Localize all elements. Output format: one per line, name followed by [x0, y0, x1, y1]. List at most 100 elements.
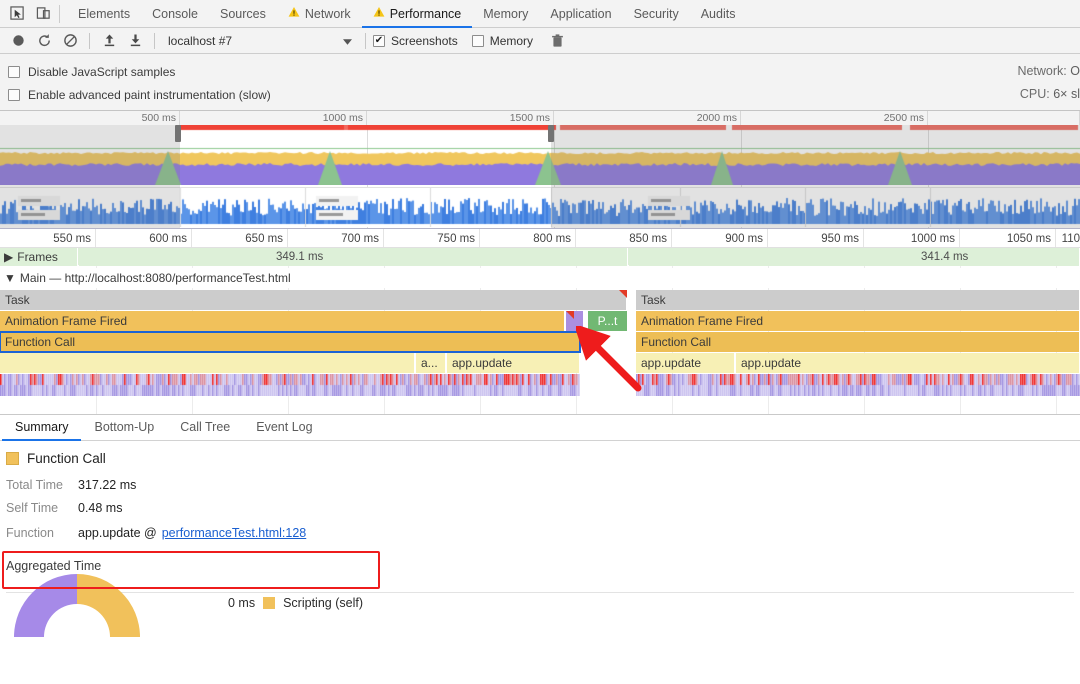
legend-value: 0 ms [228, 596, 256, 610]
reload-record-icon[interactable] [32, 30, 56, 52]
flame-stripes-left[interactable] [0, 374, 580, 396]
tab-bottom-up-label: Bottom-Up [94, 420, 155, 434]
tab-network-label: Network [304, 6, 351, 21]
screenshots-label: Screenshots [391, 33, 458, 48]
flame-bar-app-update-short[interactable]: a... [416, 353, 446, 373]
flame-bar-task-left[interactable]: Task [0, 290, 627, 310]
overview-cpu-chart [0, 143, 1080, 185]
tab-sources[interactable]: Sources [209, 0, 277, 28]
flame-bar-app-update-right-1[interactable]: app.update [636, 353, 735, 373]
memory-checkbox-row[interactable]: Memory [471, 33, 534, 48]
overview-tick [928, 111, 1080, 125]
tab-audits[interactable]: Audits [690, 0, 747, 28]
warning-triangle-icon [288, 6, 300, 21]
flame-bar-app-update-right-2[interactable]: app.update [736, 353, 1080, 373]
overview-tick: 1000 ms [180, 111, 367, 125]
toolbar-divider [89, 32, 90, 49]
aggregated-time-title: Aggregated Time [6, 559, 102, 573]
frames-row-header[interactable]: ▶ Frames [4, 248, 62, 266]
flame-bar-function-call-right[interactable]: Function Call [636, 332, 1080, 352]
warning-triangle-icon [373, 6, 385, 21]
tab-application[interactable]: Application [539, 0, 622, 28]
tab-security[interactable]: Security [623, 0, 690, 28]
clear-recording-icon[interactable] [58, 30, 82, 52]
screenshots-checkbox-row[interactable]: Screenshots [373, 34, 458, 48]
tab-performance-label: Performance [389, 6, 462, 21]
main-expander-icon[interactable]: ▼ [4, 268, 16, 288]
ruler-tick: 950 ms [768, 229, 864, 247]
tab-bottom-up[interactable]: Bottom-Up [81, 414, 167, 440]
tab-event-log-label: Event Log [256, 420, 313, 434]
tab-memory[interactable]: Memory [472, 0, 539, 28]
memory-checkbox[interactable] [471, 34, 484, 47]
ruler-tick: 750 ms [384, 229, 480, 247]
screenshots-checkbox[interactable] [373, 34, 385, 47]
throttling-controls: Network: O CPU: 6× sl [1017, 60, 1080, 106]
flame-bar-app-update-left-2[interactable]: app.update [447, 353, 580, 373]
tab-elements[interactable]: Elements [67, 0, 141, 28]
function-source-link[interactable]: performanceTest.html:128 [162, 526, 307, 540]
toggle-device-toolbar-icon[interactable] [30, 1, 56, 27]
flame-bar-function-call-selected[interactable]: Function Call [0, 331, 581, 353]
ruler-tick: 1000 ms [864, 229, 960, 247]
ruler-tick: 1050 ms [960, 229, 1056, 247]
tab-call-tree[interactable]: Call Tree [167, 414, 243, 440]
main-thread-label: Main — http://localhost:8080/performance… [19, 271, 291, 285]
session-select[interactable]: localhost #7 [162, 30, 358, 51]
timeline-overview[interactable]: 500 ms 1000 ms 1500 ms 2000 ms 2500 ms [0, 111, 1080, 228]
main-thread-row[interactable]: ▼ Main — http://localhost:8080/performan… [0, 268, 1080, 288]
record-circle-icon[interactable] [6, 30, 30, 52]
flame-bar-animation-frame-left[interactable]: Animation Frame Fired [0, 311, 565, 331]
ruler-tick: 110 [1061, 233, 1080, 245]
disable-js-samples-row[interactable]: Disable JavaScript samples [8, 60, 1080, 83]
frames-expander-icon[interactable]: ▶ [4, 248, 13, 266]
tab-sources-label: Sources [219, 6, 266, 21]
ruler-tick: 550 ms [0, 229, 96, 247]
toolbar-divider [59, 4, 60, 23]
overview-selection-handle-right[interactable] [548, 125, 554, 142]
tab-event-log[interactable]: Event Log [243, 414, 325, 440]
tab-summary[interactable]: Summary [2, 414, 82, 441]
advanced-paint-checkbox[interactable] [8, 88, 20, 101]
ruler-tick: 650 ms [192, 229, 288, 247]
chevron-down-icon [343, 34, 352, 48]
overview-filmstrip[interactable] [0, 187, 1080, 227]
load-profile-icon[interactable] [97, 30, 121, 52]
flame-stripes-right[interactable] [636, 374, 1080, 396]
delete-icon[interactable] [545, 30, 569, 52]
memory-label: Memory [489, 33, 534, 48]
performance-record-toolbar: localhost #7 Screenshots Memory [0, 28, 1080, 54]
ruler-tick: 700 ms [288, 229, 384, 247]
flame-bar-app-update-left-1[interactable] [0, 353, 415, 373]
overview-body [0, 125, 1080, 228]
overview-tick: 2000 ms [554, 111, 741, 125]
tab-summary-label: Summary [15, 420, 69, 434]
frames-row[interactable]: ▶ Frames 349.1 ms 341.4 ms [0, 248, 1080, 266]
long-task-bar-strip [0, 125, 1080, 131]
overview-selection-handle-left[interactable] [175, 125, 181, 142]
flame-bar-task-right[interactable]: Task [636, 290, 1080, 310]
inspect-element-icon[interactable] [4, 1, 30, 27]
toolbar-divider [365, 32, 366, 49]
warning-flag-icon [566, 311, 574, 319]
tab-elements-label: Elements [78, 6, 131, 21]
flame-bar-animation-frame-right[interactable]: Animation Frame Fired [636, 311, 1080, 331]
tab-console[interactable]: Console [141, 0, 209, 28]
total-time-key: Total Time [6, 478, 63, 492]
summary-divider [6, 592, 1074, 593]
function-row: Function app.update @ performanceTest.ht… [6, 526, 1080, 540]
tab-network[interactable]: Network [277, 0, 362, 28]
save-profile-icon[interactable] [123, 30, 147, 52]
ruler-tick: 850 ms [576, 229, 672, 247]
total-time-value: 317.22 ms [78, 478, 137, 492]
disable-js-samples-checkbox[interactable] [8, 65, 20, 78]
flamechart[interactable]: ▶ Frames 349.1 ms 341.4 ms ▼ Main — http… [0, 248, 1080, 414]
tab-performance[interactable]: Performance [361, 0, 473, 28]
aggregated-time-donut-chart [14, 574, 140, 637]
advanced-paint-row[interactable]: Enable advanced paint instrumentation (s… [8, 83, 1080, 106]
cpu-throttle-row[interactable]: CPU: 6× sl [1017, 83, 1080, 106]
network-throttle-row[interactable]: Network: O [1017, 60, 1080, 83]
frames-label: Frames [17, 250, 58, 264]
donut-slice-rendering [14, 574, 77, 637]
flame-bar-paint-left[interactable]: P...t [588, 311, 628, 331]
